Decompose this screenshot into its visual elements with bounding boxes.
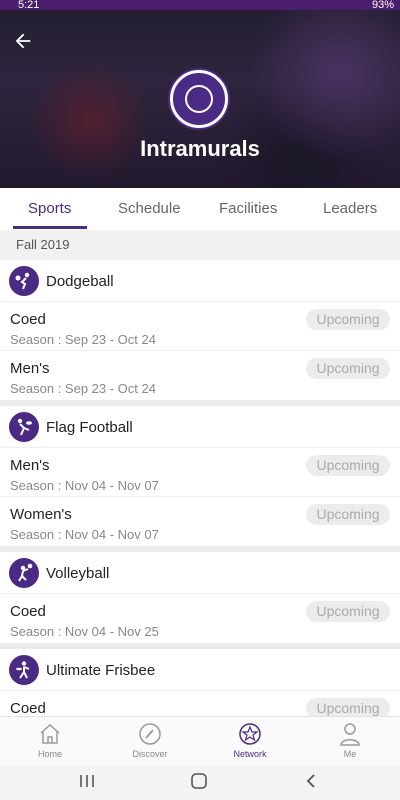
frisbee-icon (9, 655, 39, 685)
division-name: Coed (10, 311, 46, 328)
tab-sports[interactable]: Sports (28, 200, 71, 217)
status-badge: Upcoming (306, 455, 390, 476)
arrow-left-icon (15, 33, 31, 49)
nav-home[interactable]: Home (0, 721, 100, 759)
system-back-button[interactable] (302, 772, 320, 795)
sport-section: Dodgeball Coed Season : Sep 23 - Oct 24 … (0, 260, 400, 406)
division-season: Season : Sep 23 - Oct 24 (10, 332, 156, 347)
division-name: Coed (10, 603, 46, 620)
division-name: Women's (10, 506, 72, 523)
nav-discover[interactable]: Discover (100, 721, 200, 759)
season-header: Fall 2019 (0, 230, 400, 260)
university-seal-logo (170, 70, 228, 128)
compass-icon (139, 723, 161, 745)
division-row[interactable]: Coed Season : Nov 04 - Nov 25 Upcoming (0, 594, 400, 643)
status-badge: Upcoming (306, 358, 390, 379)
division-row[interactable]: Women's Season : Nov 04 - Nov 07 Upcomin… (0, 497, 400, 546)
hero-header: Intramurals (0, 10, 400, 188)
tab-facilities[interactable]: Facilities (219, 200, 277, 217)
nav-home-label: Home (37, 749, 62, 759)
network-star-icon (239, 723, 261, 745)
sport-header[interactable]: Flag Football (0, 406, 400, 448)
status-bar: 5:21 93% (0, 0, 400, 10)
nav-me[interactable]: Me (300, 721, 400, 759)
sports-list: Dodgeball Coed Season : Sep 23 - Oct 24 … (0, 260, 400, 716)
nav-network[interactable]: Network (200, 721, 300, 759)
system-navigation-bar (0, 766, 400, 800)
division-row[interactable]: Men's Season : Sep 23 - Oct 24 Upcoming (0, 351, 400, 400)
recent-apps-icon (80, 775, 94, 787)
division-season: Season : Nov 04 - Nov 07 (10, 478, 159, 493)
sport-name: Flag Football (46, 419, 133, 436)
recent-apps-button[interactable] (78, 772, 96, 795)
page-title: Intramurals (140, 136, 260, 161)
sport-header[interactable]: Volleyball (0, 552, 400, 594)
status-battery: 93% (371, 0, 394, 10)
division-name: Coed (10, 700, 46, 716)
nav-network-label: Network (233, 749, 267, 759)
status-badge: Upcoming (306, 504, 390, 525)
status-time: 5:21 (18, 0, 40, 10)
active-tab-indicator (13, 226, 87, 229)
tab-bar: Sports Schedule Facilities Leaders (0, 188, 400, 230)
nav-discover-label: Discover (132, 749, 168, 759)
sport-name: Volleyball (46, 565, 110, 582)
sport-section: Volleyball Coed Season : Nov 04 - Nov 25… (0, 552, 400, 649)
division-row[interactable]: Coed Season : Sep 23 - Oct 24 Upcoming (0, 302, 400, 351)
flag-football-icon (9, 412, 39, 442)
person-icon (340, 723, 360, 746)
sport-header[interactable]: Dodgeball (0, 260, 400, 302)
dodgeball-icon (9, 266, 39, 296)
volleyball-icon (9, 558, 39, 588)
division-row[interactable]: Men's Season : Nov 04 - Nov 07 Upcoming (0, 448, 400, 497)
status-badge: Upcoming (306, 601, 390, 622)
bottom-navigation: Home Discover Network Me (0, 716, 400, 766)
division-row[interactable]: Coed Upcoming (0, 691, 400, 716)
tab-leaders[interactable]: Leaders (323, 200, 377, 217)
sport-header[interactable]: Ultimate Frisbee (0, 649, 400, 691)
home-square-icon (191, 773, 207, 789)
back-button[interactable] (10, 30, 36, 56)
division-name: Men's (10, 457, 50, 474)
division-season: Season : Nov 04 - Nov 07 (10, 527, 159, 542)
division-season: Season : Sep 23 - Oct 24 (10, 381, 156, 396)
tab-schedule[interactable]: Schedule (118, 200, 181, 217)
home-icon (40, 723, 60, 744)
sport-section: Flag Football Men's Season : Nov 04 - No… (0, 406, 400, 552)
sport-section: Ultimate Frisbee Coed Upcoming (0, 649, 400, 716)
home-system-button[interactable] (190, 772, 208, 795)
status-badge: Upcoming (306, 698, 390, 716)
nav-me-label: Me (343, 749, 357, 759)
chevron-left-icon (306, 774, 315, 788)
status-badge: Upcoming (306, 309, 390, 330)
sport-name: Ultimate Frisbee (46, 662, 156, 679)
sport-name: Dodgeball (46, 273, 114, 290)
division-season: Season : Nov 04 - Nov 25 (10, 624, 159, 639)
division-name: Men's (10, 360, 50, 377)
